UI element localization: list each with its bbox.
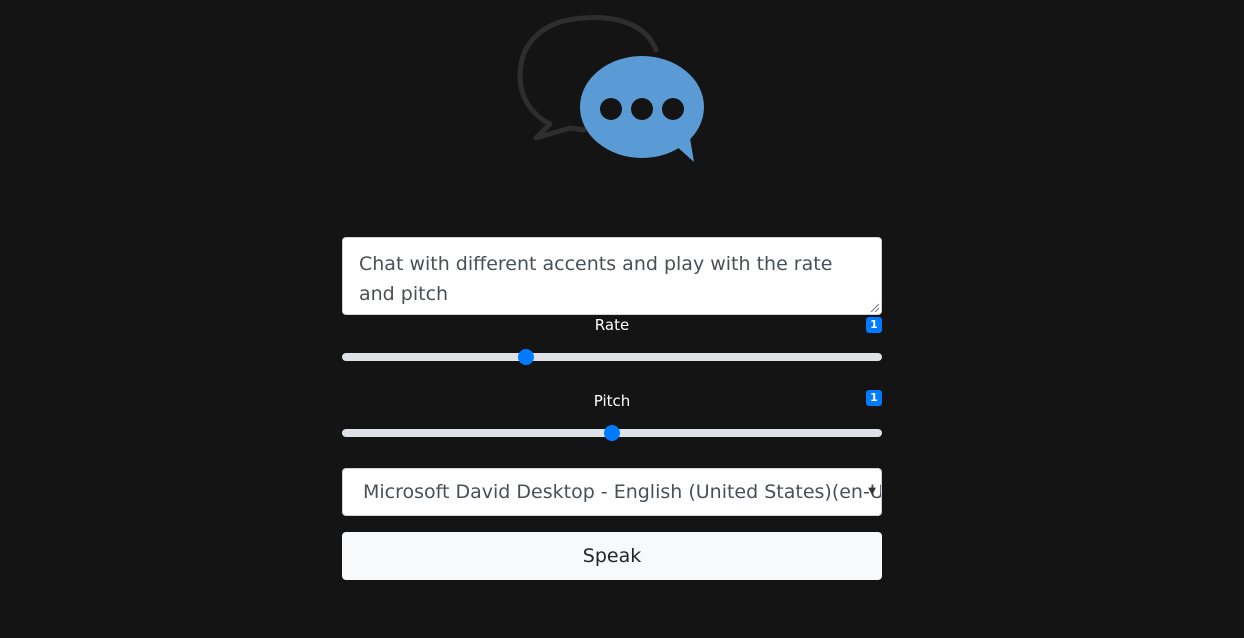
dot-1-icon — [600, 98, 622, 120]
pitch-label: Pitch — [593, 392, 631, 410]
rate-slider[interactable] — [342, 349, 882, 365]
pitch-value-badge: 1 — [866, 390, 882, 406]
rate-label: Rate — [594, 316, 630, 334]
voice-select[interactable]: Microsoft David Desktop - English (Unite… — [342, 468, 882, 516]
rate-value-badge: 1 — [866, 317, 882, 333]
voice-select-value: Microsoft David Desktop - English (Unite… — [363, 481, 882, 503]
blue-bubble-icon — [580, 56, 704, 162]
dropdown-arrow-icon: ▼ — [868, 486, 876, 497]
resize-grip-icon[interactable] — [869, 302, 879, 312]
rate-control: Rate 1 — [342, 315, 882, 395]
text-input[interactable]: Chat with different accents and play wit… — [342, 237, 882, 315]
dot-2-icon — [631, 98, 653, 120]
pitch-slider[interactable] — [342, 425, 882, 441]
speech-form: Chat with different accents and play wit… — [342, 237, 882, 580]
chat-bubbles-icon — [514, 12, 710, 166]
rate-slider-thumb[interactable] — [517, 349, 534, 365]
dot-3-icon — [662, 98, 684, 120]
pitch-slider-thumb[interactable] — [604, 425, 620, 441]
speak-button[interactable]: Speak — [342, 532, 882, 580]
text-input-value: Chat with different accents and play wit… — [359, 253, 833, 305]
pitch-control: Pitch 1 — [342, 390, 882, 471]
